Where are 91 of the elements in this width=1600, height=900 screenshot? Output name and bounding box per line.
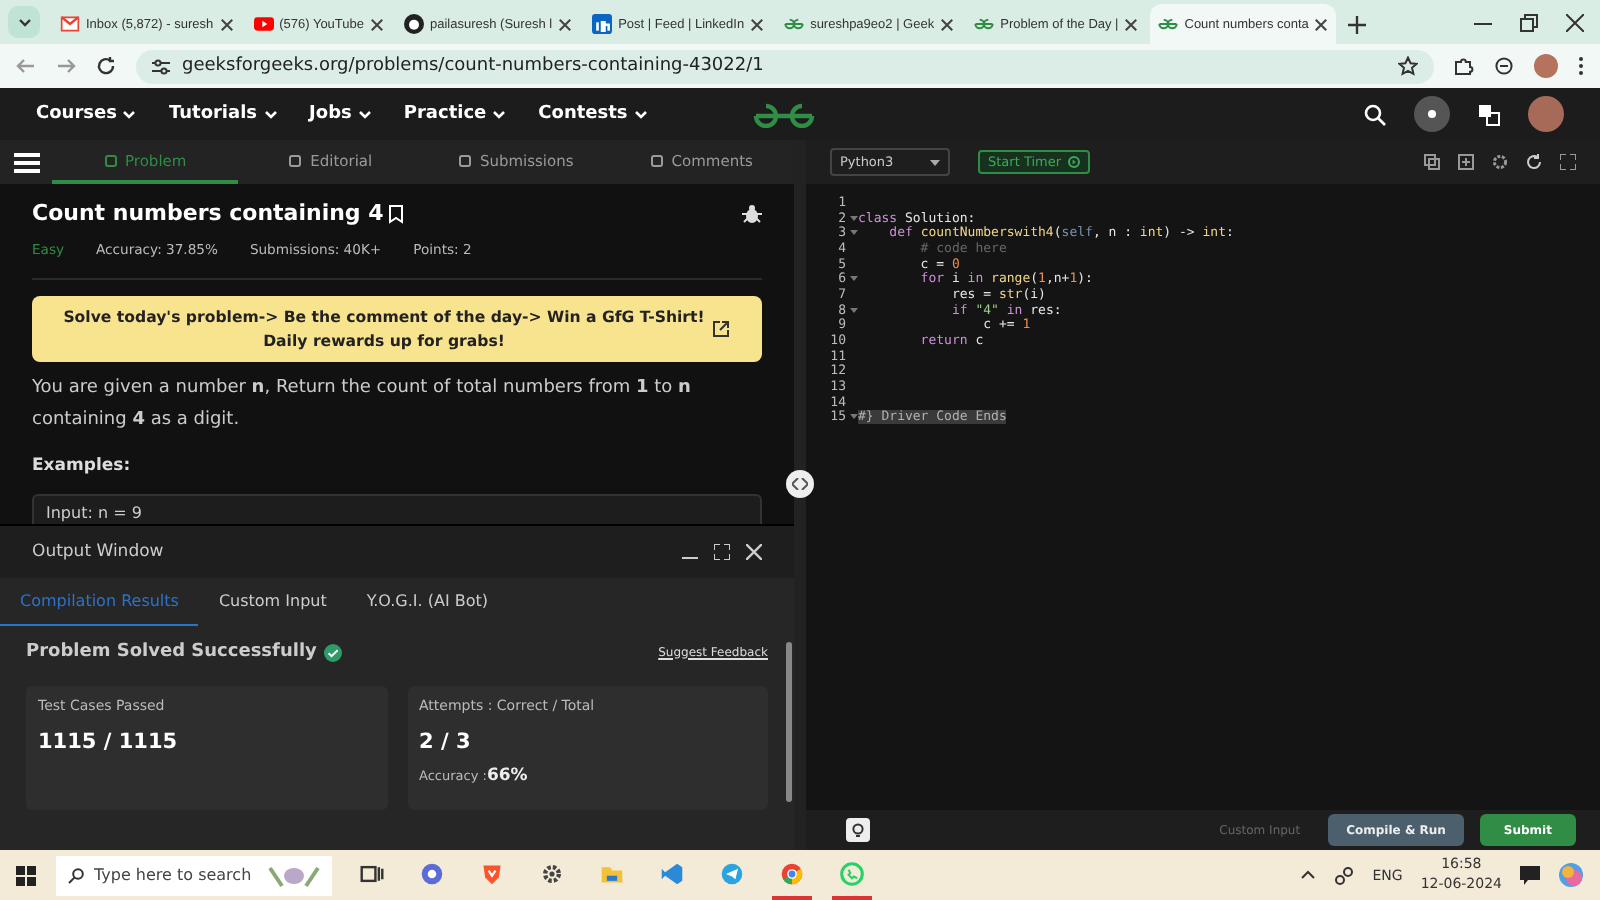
square-icon (103, 153, 118, 167)
example-box: Input: n = 9 (32, 493, 762, 524)
square-icon (457, 153, 472, 167)
chevron-up-icon[interactable] (1300, 870, 1317, 880)
chevron-down-icon (122, 109, 137, 119)
close-icon[interactable] (219, 17, 234, 31)
double-arrow-icon (792, 478, 808, 490)
caret-down-icon (930, 159, 940, 165)
nav-menu[interactable]: Tutorials (168, 104, 278, 124)
chrome-icon[interactable] (780, 861, 804, 885)
accuracy-value: 66% (486, 766, 528, 786)
square-icon (592, 14, 613, 34)
close-icon[interactable] (940, 17, 955, 31)
refresh-icon[interactable] (1526, 154, 1542, 170)
forward-arrow-icon[interactable] (56, 56, 76, 76)
lightbulb-button[interactable] (846, 818, 870, 842)
examples-heading: Examples: (32, 455, 133, 476)
reload-icon[interactable] (96, 56, 116, 76)
copilot-icon[interactable] (1558, 862, 1584, 888)
restore-icon[interactable] (1520, 14, 1538, 32)
bug-icon[interactable] (742, 203, 762, 223)
fold-caret-icon[interactable] (850, 412, 858, 421)
paper-plane-icon[interactable] (720, 861, 744, 885)
search-icon (68, 867, 84, 883)
file-plus-icon[interactable] (1458, 154, 1474, 170)
fullscreen-icon[interactable] (1560, 154, 1576, 170)
avatar[interactable] (1534, 54, 1558, 78)
plus-icon[interactable] (1348, 16, 1367, 34)
check-circle-icon (324, 643, 343, 661)
ribbon-icon[interactable] (660, 861, 684, 885)
scrollbar-thumb[interactable] (786, 642, 792, 802)
folder-icon[interactable] (600, 861, 624, 885)
problem-statement: You are given a number n, Return the count of total numbers from 1 to n containing 4 as a digit. (32, 376, 693, 434)
search-icon[interactable] (1364, 103, 1386, 125)
tab-search-button[interactable] (8, 6, 40, 38)
chevron-down-icon (492, 109, 507, 119)
gear-icon[interactable] (540, 861, 564, 885)
star-icon[interactable] (1398, 56, 1418, 76)
chevron-down-icon[interactable] (17, 17, 31, 27)
output-tab[interactable]: Y.O.G.I. (AI Bot) (346, 578, 509, 626)
address-bar[interactable]: geeksforgeeks.org/problems/count-numbers-containing-43022/1 (136, 49, 1434, 83)
output-window-title: Output Window (32, 542, 164, 562)
external-link-icon (712, 320, 731, 339)
gfg-logo-icon (1158, 14, 1179, 34)
chevron-down-icon (633, 109, 648, 119)
problem-title: Count numbers containing 4 (32, 200, 384, 226)
close-icon[interactable] (750, 17, 765, 31)
copy-icon[interactable] (1424, 154, 1440, 170)
chef-hat-icon (268, 863, 320, 887)
windows-logo-icon[interactable] (16, 865, 36, 885)
square-icon (288, 153, 303, 167)
puzzle-piece-icon[interactable] (1454, 56, 1474, 76)
card-value: 1115 / 1115 (38, 730, 180, 754)
lightbulb-icon (850, 822, 866, 838)
notification-icon[interactable] (1520, 865, 1540, 885)
back-arrow-icon[interactable] (16, 56, 36, 76)
gfg-logo-icon (974, 14, 995, 34)
task-view-icon[interactable] (360, 861, 384, 885)
sliders-icon[interactable] (152, 57, 170, 75)
close-icon[interactable] (1124, 17, 1139, 31)
gfg-logo-icon[interactable] (752, 100, 816, 128)
chevron-down-icon (357, 109, 372, 119)
taskbar-search-field[interactable]: Type here to search (56, 855, 332, 895)
nav-menu[interactable]: Courses (36, 104, 137, 124)
play-icon (253, 14, 274, 34)
card-value: 2 / 3 (419, 730, 473, 754)
close-icon[interactable] (1314, 17, 1329, 31)
menu-icon[interactable] (13, 151, 39, 173)
status-message: Problem Solved Successfully (26, 642, 317, 662)
chevron-down-icon (263, 109, 278, 119)
fold-caret-icon[interactable] (850, 305, 858, 314)
fold-caret-icon[interactable] (850, 274, 858, 283)
output-tab[interactable]: Custom Input (198, 578, 347, 626)
settings-icon[interactable] (1492, 154, 1508, 170)
play-circle-icon (1067, 156, 1080, 168)
close-icon[interactable] (370, 17, 384, 31)
gfg-logo-icon (784, 14, 805, 34)
expand-icon[interactable] (714, 544, 730, 560)
bookmark-icon[interactable] (387, 203, 404, 223)
close-icon[interactable] (558, 17, 573, 31)
nav-menu[interactable]: Practice (403, 104, 507, 124)
nav-menu[interactable]: Jobs (309, 104, 372, 124)
network-icon[interactable] (1334, 865, 1355, 885)
square-icon (649, 153, 664, 167)
more-vertical-icon[interactable] (1578, 56, 1584, 76)
sun-icon (1424, 106, 1440, 122)
theme-toggle[interactable] (1414, 96, 1450, 132)
envelope-icon (60, 14, 80, 34)
nav-menu[interactable]: Contests (538, 104, 648, 124)
close-icon[interactable] (1566, 14, 1584, 32)
avatar[interactable] (1528, 96, 1564, 132)
